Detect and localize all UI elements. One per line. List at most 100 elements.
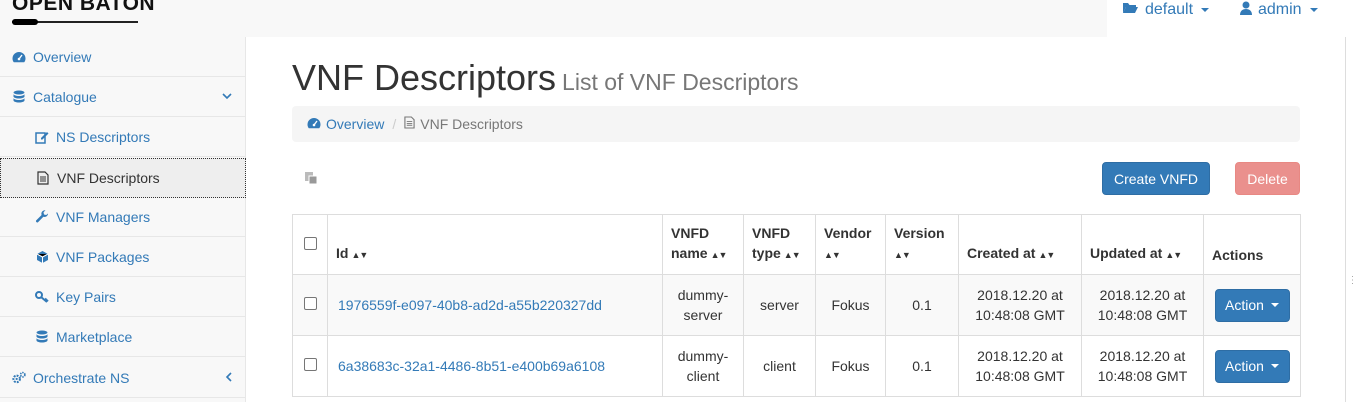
- page-title: VNF Descriptors List of VNF Descriptors: [292, 57, 799, 99]
- sidebar: Overview Catalogue NS Descriptors VNF De…: [0, 37, 246, 402]
- sort-icon: ▲▼: [351, 250, 368, 260]
- version-cell: 0.1: [885, 335, 959, 397]
- header-select-all: [292, 214, 328, 275]
- breadcrumb-overview-link[interactable]: Overview: [307, 116, 384, 132]
- row-select-cell: [292, 335, 328, 397]
- sidebar-item-label: VNF Descriptors: [57, 170, 160, 186]
- sidebar-item-label: Key Pairs: [56, 288, 116, 305]
- sidebar-item-ns-descriptors[interactable]: NS Descriptors: [0, 117, 246, 157]
- sidebar-item-vnf-packages[interactable]: VNF Packages: [0, 237, 246, 277]
- user-dropdown[interactable]: admin: [1240, 0, 1318, 20]
- cogs-icon: [12, 371, 26, 385]
- sort-icon: ▲▼: [1038, 250, 1055, 260]
- window-scrollbar[interactable]: [1345, 37, 1353, 402]
- vnfd-id-link[interactable]: 1976559f-e097-40b8-ad2d-a55b220327dd: [338, 297, 602, 313]
- actions-cell: Action: [1203, 274, 1301, 336]
- page-subtitle: List of VNF Descriptors: [562, 69, 799, 95]
- vnfd-id-link[interactable]: 6a38683c-32a1-4486-8b51-e400b69a6108: [338, 358, 605, 374]
- action-dropdown-button[interactable]: Action: [1214, 288, 1290, 322]
- updated-line2: 10:48:08 GMT: [1097, 307, 1188, 323]
- caret-down-icon: [1201, 8, 1210, 12]
- name-cell: dummy-server: [662, 274, 744, 336]
- chevron-down-icon: [222, 91, 232, 103]
- updated-cell: 2018.12.20 at 10:48:08 GMT: [1081, 335, 1204, 397]
- header-updated-at[interactable]: Updated at ▲▼: [1081, 214, 1204, 275]
- brand-mark: [12, 19, 38, 25]
- create-vnfd-button[interactable]: Create VNFD: [1102, 162, 1210, 195]
- header-updated-label: Updated at: [1090, 245, 1163, 261]
- action-dropdown-button[interactable]: Action: [1214, 349, 1290, 383]
- sidebar-item-key-pairs[interactable]: Key Pairs: [0, 277, 246, 317]
- breadcrumb: Overview / VNF Descriptors: [292, 106, 1300, 142]
- name-line1: dummy-: [677, 348, 729, 364]
- created-line1: 2018.12.20 at: [977, 348, 1063, 364]
- cube-icon: [35, 250, 49, 264]
- header-vnfd-name[interactable]: VNFD name ▲▼: [662, 214, 744, 275]
- select-all-checkbox[interactable]: [303, 236, 317, 250]
- header-vendor[interactable]: Vendor ▲▼: [815, 214, 886, 275]
- user-label: admin: [1258, 1, 1302, 18]
- sidebar-item-vnf-descriptors[interactable]: VNF Descriptors: [0, 158, 246, 198]
- sidebar-item-marketplace[interactable]: Marketplace: [0, 317, 246, 357]
- dashboard-icon: [12, 50, 26, 64]
- breadcrumb-current-label: VNF Descriptors: [420, 116, 523, 132]
- database-icon: [12, 90, 26, 104]
- sidebar-item-label: Orchestrate NS: [33, 369, 130, 386]
- project-label: default: [1145, 1, 1194, 18]
- sidebar-item-label: NS Descriptors: [56, 128, 151, 145]
- sidebar-item-catalogue[interactable]: Catalogue: [0, 77, 246, 117]
- sidebar-item-label: Marketplace: [56, 328, 133, 345]
- created-line1: 2018.12.20 at: [977, 287, 1063, 303]
- sidebar-item-orchestrate-ns[interactable]: Orchestrate NS: [0, 358, 246, 398]
- created-line2: 10:48:08 GMT: [975, 368, 1065, 384]
- sidebar-item-label: VNF Packages: [56, 248, 150, 265]
- name-cell: dummy-client: [662, 335, 744, 397]
- header-vnfd-type[interactable]: VNFD type ▲▼: [743, 214, 816, 275]
- breadcrumb-current: VNF Descriptors: [404, 116, 523, 132]
- header-actions: Actions: [1203, 214, 1301, 275]
- table-row: 6a38683c-32a1-4486-8b51-e400b69a6108 dum…: [292, 335, 1301, 397]
- updated-line1: 2018.12.20 at: [1099, 348, 1186, 364]
- project-dropdown[interactable]: default: [1122, 0, 1210, 20]
- row-checkbox[interactable]: [303, 297, 317, 310]
- header-created-label: Created at: [967, 245, 1036, 261]
- updated-line1: 2018.12.20 at: [1099, 287, 1186, 303]
- sort-icon: ▲▼: [1165, 250, 1182, 260]
- header-created-at[interactable]: Created at ▲▼: [958, 214, 1082, 275]
- edit-icon: [35, 130, 49, 144]
- created-cell: 2018.12.20 at 10:48:08 GMT: [958, 274, 1082, 336]
- brand-logo[interactable]: OPEN BATON: [12, 0, 155, 16]
- chevron-left-icon: [225, 372, 232, 385]
- id-cell: 6a38683c-32a1-4486-8b51-e400b69a6108: [327, 335, 663, 397]
- row-checkbox[interactable]: [303, 358, 317, 371]
- sidebar-item-vnf-managers[interactable]: VNF Managers: [0, 197, 246, 237]
- header-version[interactable]: Version ▲▼: [885, 214, 959, 275]
- database-icon: [35, 330, 49, 344]
- copy-icon[interactable]: [304, 171, 318, 188]
- page-title-text: VNF Descriptors: [292, 57, 557, 98]
- sort-icon: ▲▼: [824, 250, 841, 260]
- header-actions-label: Actions: [1212, 247, 1264, 263]
- table-row: 1976559f-e097-40b8-ad2d-a55b220327dd dum…: [292, 274, 1301, 336]
- resize-grip-icon[interactable]: ⋮: [1348, 275, 1353, 286]
- header-version-label: Version: [894, 225, 945, 241]
- header-vendor-label: Vendor: [824, 225, 872, 241]
- file-icon: [36, 171, 50, 185]
- version-cell: 0.1: [885, 274, 959, 336]
- header-type-line2: type: [752, 245, 781, 261]
- header-id[interactable]: Id ▲▼: [327, 214, 663, 275]
- action-label: Action: [1225, 297, 1264, 313]
- name-line1: dummy-: [677, 287, 729, 303]
- sidebar-item-overview[interactable]: Overview: [0, 37, 246, 77]
- updated-line2: 10:48:08 GMT: [1097, 368, 1188, 384]
- sort-icon: ▲▼: [783, 250, 801, 260]
- caret-down-icon: [1309, 8, 1318, 12]
- actions-cell: Action: [1203, 335, 1301, 397]
- breadcrumb-separator: /: [392, 116, 397, 132]
- delete-button[interactable]: Delete: [1235, 162, 1300, 195]
- created-cell: 2018.12.20 at 10:48:08 GMT: [958, 335, 1082, 397]
- row-select-cell: [292, 274, 328, 336]
- wrench-icon: [35, 209, 49, 224]
- vnfd-table: Id ▲▼ VNFD name ▲▼ VNFD type ▲▼ Vendor ▲▼ V…: [292, 214, 1301, 397]
- sort-icon: ▲▼: [894, 250, 911, 260]
